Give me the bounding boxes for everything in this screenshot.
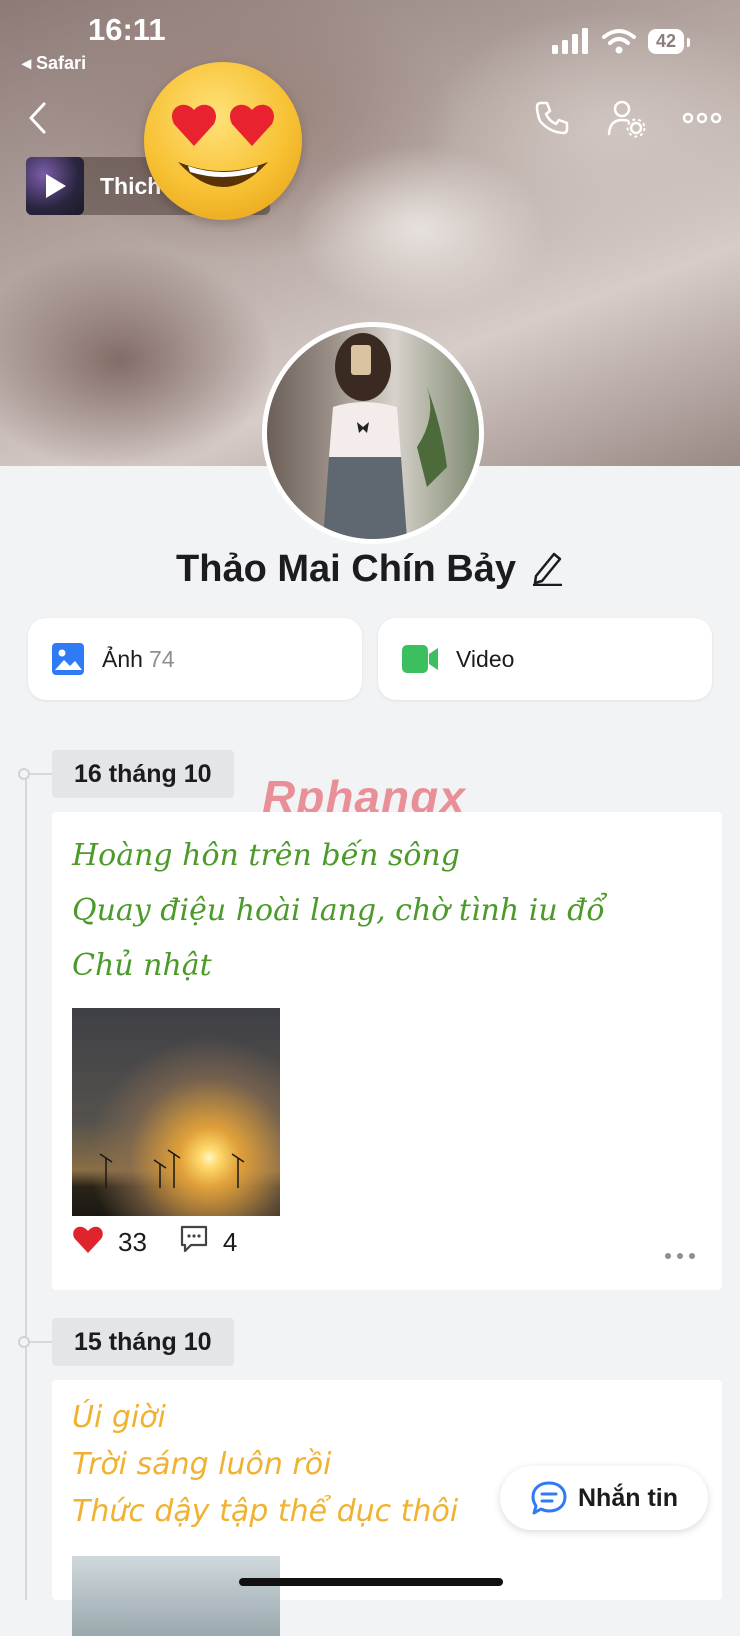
- post-date: 15 tháng 10: [52, 1318, 234, 1366]
- video-label: Video: [456, 645, 515, 672]
- edit-name-button[interactable]: [530, 548, 564, 591]
- timeline-dot: [18, 1336, 30, 1348]
- play-icon: [46, 174, 66, 198]
- comment-count: 4: [222, 1227, 238, 1257]
- back-button[interactable]: [16, 96, 60, 140]
- video-camera-icon: [402, 645, 438, 673]
- video-button[interactable]: Video: [378, 618, 712, 700]
- call-button[interactable]: [530, 96, 574, 140]
- post-image-sunset[interactable]: [72, 1008, 280, 1216]
- profile-settings-button[interactable]: [604, 96, 648, 140]
- wifi-icon: [601, 29, 636, 54]
- comment-icon: [180, 1225, 208, 1253]
- like-button[interactable]: [72, 1224, 104, 1261]
- profile-name: Thảo Mai Chín Bảy: [176, 548, 516, 590]
- phone-icon: [535, 101, 569, 135]
- like-count: 33: [118, 1227, 147, 1257]
- photos-count: 74: [148, 645, 175, 672]
- profile-name-row: Thảo Mai Chín Bảy: [0, 548, 740, 591]
- timeline-dot: [18, 768, 30, 780]
- post-card[interactable]: Hoàng hôn trên bến sông Quay điệu hoài l…: [52, 812, 722, 1290]
- status-time: 16:11: [88, 12, 166, 47]
- photos-button[interactable]: Ảnh 74: [28, 618, 362, 700]
- status-icons: 42: [551, 28, 691, 54]
- music-thumbnail: [26, 157, 84, 215]
- pencil-icon: [532, 552, 562, 587]
- comment-button[interactable]: [179, 1224, 209, 1261]
- post-image[interactable]: [72, 1556, 280, 1636]
- post-text-line: Thức dậy tập thể dục thôi: [72, 1494, 459, 1529]
- chat-bubble-icon: [531, 1481, 567, 1515]
- more-horizontal-icon: [665, 1253, 695, 1259]
- post-text-line: Hoàng hôn trên bến sông: [72, 838, 460, 873]
- home-indicator[interactable]: [239, 1578, 503, 1586]
- message-button-label: Nhắn tin: [578, 1483, 678, 1512]
- post-text-line: Quay điệu hoài lang, chờ tình iu đổ: [72, 893, 605, 928]
- post-text-line: Trời sáng luôn rồi: [72, 1447, 332, 1482]
- battery-indicator: 42: [647, 28, 691, 54]
- chevron-left-icon: [29, 102, 46, 134]
- image-icon: [52, 643, 84, 675]
- timeline-line: [25, 774, 27, 1600]
- post-reactions: 33 4: [72, 1224, 237, 1261]
- post-text-line: Úi giời: [72, 1400, 166, 1435]
- post-date: 16 tháng 10: [52, 750, 234, 798]
- more-horizontal-icon: [682, 112, 722, 124]
- timeline-tick: [30, 1341, 52, 1343]
- message-button[interactable]: Nhắn tin: [500, 1466, 708, 1530]
- heart-icon: [73, 1226, 103, 1253]
- post-text-line: Chủ nhật: [72, 948, 212, 983]
- profile-avatar[interactable]: [262, 322, 484, 544]
- timeline-tick: [30, 773, 52, 775]
- signal-icon: [551, 28, 588, 54]
- user-gear-icon: [607, 100, 646, 138]
- status-back-app[interactable]: ◂ Safari: [22, 53, 86, 74]
- more-options-button[interactable]: [680, 96, 724, 140]
- photos-label: Ảnh: [102, 645, 143, 672]
- heart-eyes-emoji-icon: [144, 62, 302, 220]
- post-more-button[interactable]: [664, 1240, 696, 1266]
